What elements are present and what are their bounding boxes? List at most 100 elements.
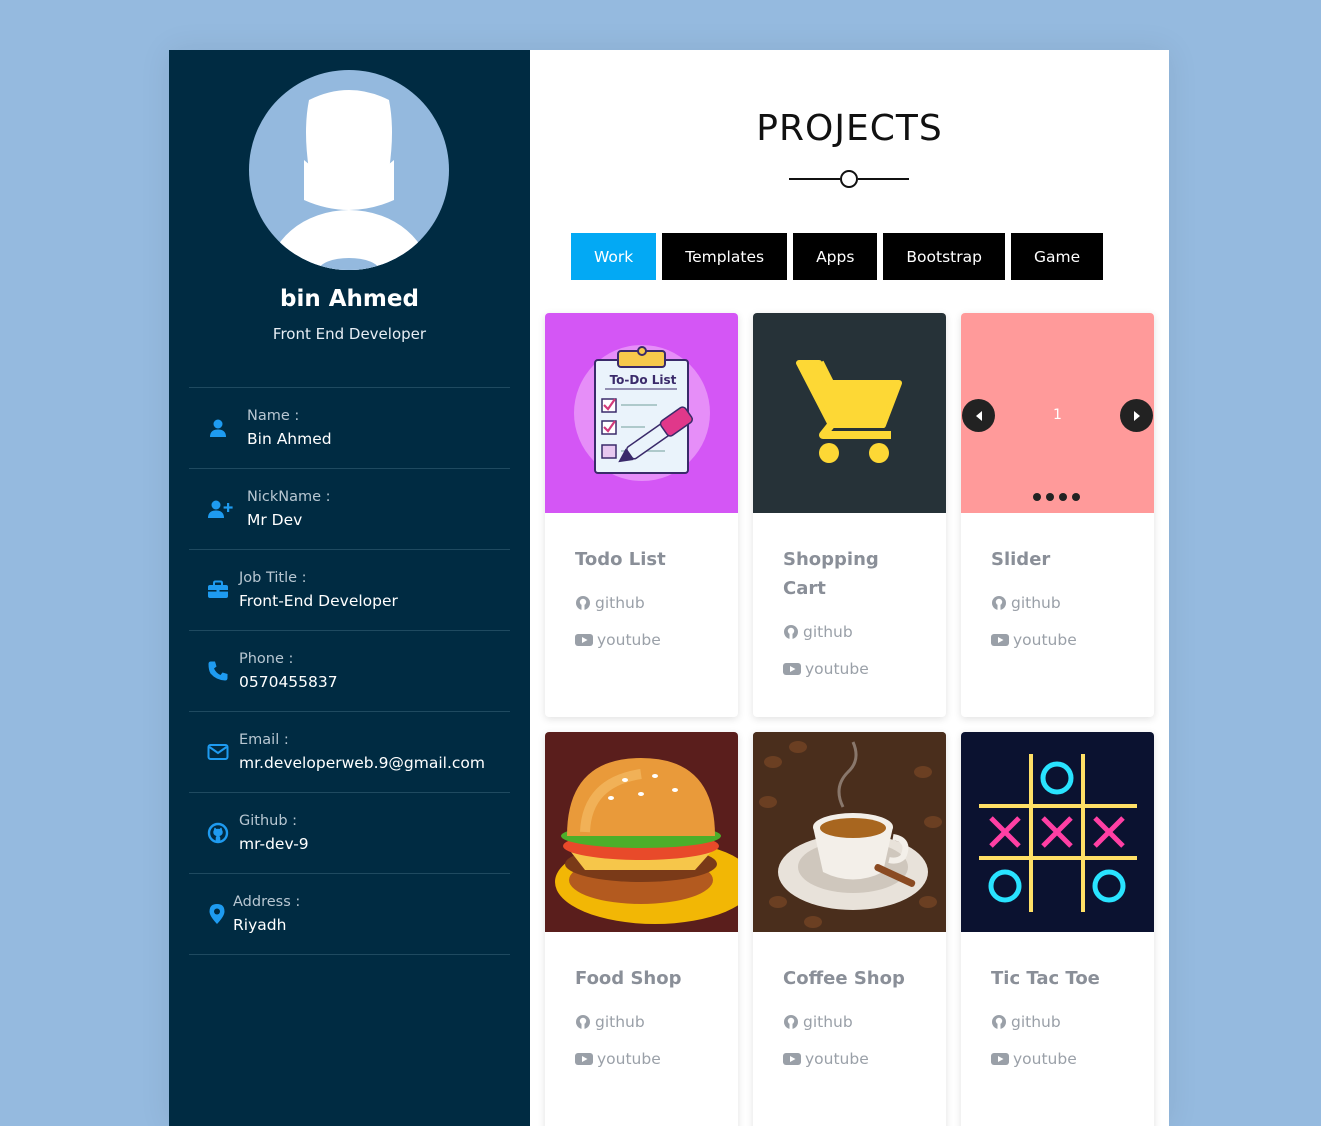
project-card-slider[interactable]: 1 Slider github youtube bbox=[961, 313, 1154, 717]
youtube-link-label: youtube bbox=[597, 1049, 661, 1068]
github-icon bbox=[783, 1014, 799, 1030]
project-title: Coffee Shop bbox=[783, 968, 905, 989]
youtube-link[interactable]: youtube bbox=[991, 621, 1124, 658]
briefcase-icon bbox=[203, 575, 233, 605]
avatar-placeholder-icon bbox=[267, 90, 431, 270]
tab-work[interactable]: Work bbox=[571, 233, 657, 280]
user-icon bbox=[203, 413, 233, 443]
info-value: Front-End Developer bbox=[239, 592, 398, 610]
youtube-link[interactable]: youtube bbox=[575, 621, 708, 658]
avatar bbox=[249, 70, 449, 270]
project-title: Tic Tac Toe bbox=[991, 968, 1100, 989]
info-value: mr-dev-9 bbox=[239, 835, 309, 853]
github-link[interactable]: github bbox=[575, 1003, 708, 1040]
project-card-coffee-shop[interactable]: Coffee Shop github youtube bbox=[753, 732, 946, 1126]
youtube-icon bbox=[575, 633, 593, 647]
project-title: Todo List bbox=[575, 549, 666, 570]
project-card-todo-list[interactable]: To-Do List Todo List github youtube bbox=[545, 313, 738, 717]
slider-dot[interactable] bbox=[1046, 493, 1054, 501]
github-link[interactable]: github bbox=[783, 1003, 916, 1040]
project-tabs: Work Templates Apps Bootstrap Game bbox=[571, 233, 1104, 280]
cart-icon bbox=[796, 360, 902, 463]
title-divider-icon bbox=[789, 170, 909, 188]
info-item-phone: Phone : 0570455837 bbox=[189, 631, 510, 712]
tab-apps[interactable]: Apps bbox=[793, 233, 878, 280]
envelope-icon bbox=[203, 737, 233, 767]
projects-grid: To-Do List Todo List github youtube Shop… bbox=[545, 313, 1154, 1126]
tab-game[interactable]: Game bbox=[1010, 233, 1104, 280]
youtube-icon bbox=[575, 1052, 593, 1066]
shopping-cart-thumbnail[interactable] bbox=[753, 313, 946, 513]
slider-thumbnail[interactable]: 1 bbox=[961, 313, 1154, 513]
coffee-cup-icon bbox=[753, 732, 946, 932]
info-value: Bin Ahmed bbox=[247, 430, 332, 448]
project-card-tic-tac-toe[interactable]: Tic Tac Toe github youtube bbox=[961, 732, 1154, 1126]
github-link-label: github bbox=[595, 1012, 645, 1031]
youtube-link[interactable]: youtube bbox=[991, 1040, 1124, 1077]
youtube-link[interactable]: youtube bbox=[783, 1040, 916, 1077]
info-label: Github : bbox=[239, 813, 298, 829]
slider-dot[interactable] bbox=[1033, 493, 1041, 501]
youtube-icon bbox=[991, 633, 1009, 647]
slider-slide-number: 1 bbox=[1053, 407, 1062, 423]
project-title: Slider bbox=[991, 549, 1051, 570]
youtube-link[interactable]: youtube bbox=[575, 1040, 708, 1077]
youtube-link-label: youtube bbox=[1013, 630, 1077, 649]
phone-icon bbox=[203, 656, 233, 686]
info-label: Email : bbox=[239, 732, 289, 748]
info-list: Name : Bin Ahmed NickName : Mr Dev Job T… bbox=[189, 387, 510, 955]
github-icon bbox=[991, 1014, 1007, 1030]
info-item-address: Address : Riyadh bbox=[189, 874, 510, 955]
user-plus-icon bbox=[203, 494, 233, 524]
youtube-link-label: youtube bbox=[1013, 1049, 1077, 1068]
slider-dot[interactable] bbox=[1059, 493, 1067, 501]
profile-role: Front End Developer bbox=[272, 325, 427, 343]
github-icon bbox=[991, 595, 1007, 611]
info-value: Riyadh bbox=[233, 916, 287, 934]
github-link[interactable]: github bbox=[575, 584, 708, 621]
youtube-link[interactable]: youtube bbox=[783, 650, 916, 687]
github-icon bbox=[575, 1014, 591, 1030]
profile-sidebar: bin Ahmed Front End Developer Name : Bin… bbox=[169, 50, 530, 1126]
slider-dots bbox=[1033, 493, 1080, 501]
youtube-icon bbox=[783, 1052, 801, 1066]
tab-templates[interactable]: Templates bbox=[662, 233, 788, 280]
project-title: Food Shop bbox=[575, 968, 682, 989]
burger-icon bbox=[555, 758, 738, 924]
project-card-food-shop[interactable]: Food Shop github youtube bbox=[545, 732, 738, 1126]
info-label: Name : bbox=[247, 408, 300, 424]
info-value: 0570455837 bbox=[239, 673, 338, 691]
info-label: Job Title : bbox=[239, 570, 307, 586]
github-link-label: github bbox=[595, 593, 645, 612]
youtube-icon bbox=[991, 1052, 1009, 1066]
youtube-link-label: youtube bbox=[805, 1049, 869, 1068]
tic-tac-toe-board-icon bbox=[979, 754, 1137, 912]
coffee-shop-thumbnail[interactable] bbox=[753, 732, 946, 932]
github-link-label: github bbox=[803, 622, 853, 641]
github-link[interactable]: github bbox=[783, 613, 916, 650]
info-item-github: Github : mr-dev-9 bbox=[189, 793, 510, 874]
slider-dot[interactable] bbox=[1072, 493, 1080, 501]
github-link[interactable]: github bbox=[991, 584, 1124, 621]
github-link[interactable]: github bbox=[991, 1003, 1124, 1040]
info-item-job-title: Job Title : Front-End Developer bbox=[189, 550, 510, 631]
info-label: Address : bbox=[233, 894, 301, 910]
project-card-shopping-cart[interactable]: Shopping Cart github youtube bbox=[753, 313, 946, 717]
info-value: Mr Dev bbox=[247, 511, 303, 529]
tab-bootstrap[interactable]: Bootstrap bbox=[883, 233, 1005, 280]
info-label: NickName : bbox=[247, 489, 331, 505]
github-link-label: github bbox=[1011, 593, 1061, 612]
info-label: Phone : bbox=[239, 651, 294, 667]
info-item-nickname: NickName : Mr Dev bbox=[189, 469, 510, 550]
youtube-link-label: youtube bbox=[597, 630, 661, 649]
project-title: Shopping Cart bbox=[783, 549, 879, 599]
github-link-label: github bbox=[1011, 1012, 1061, 1031]
youtube-icon bbox=[783, 662, 801, 676]
github-link-label: github bbox=[803, 1012, 853, 1031]
github-icon bbox=[203, 818, 233, 848]
info-item-name: Name : Bin Ahmed bbox=[189, 388, 510, 469]
food-shop-thumbnail[interactable] bbox=[545, 732, 738, 932]
tic-tac-toe-thumbnail[interactable] bbox=[961, 732, 1154, 932]
youtube-link-label: youtube bbox=[805, 659, 869, 678]
todo-list-thumbnail[interactable]: To-Do List bbox=[545, 313, 738, 513]
